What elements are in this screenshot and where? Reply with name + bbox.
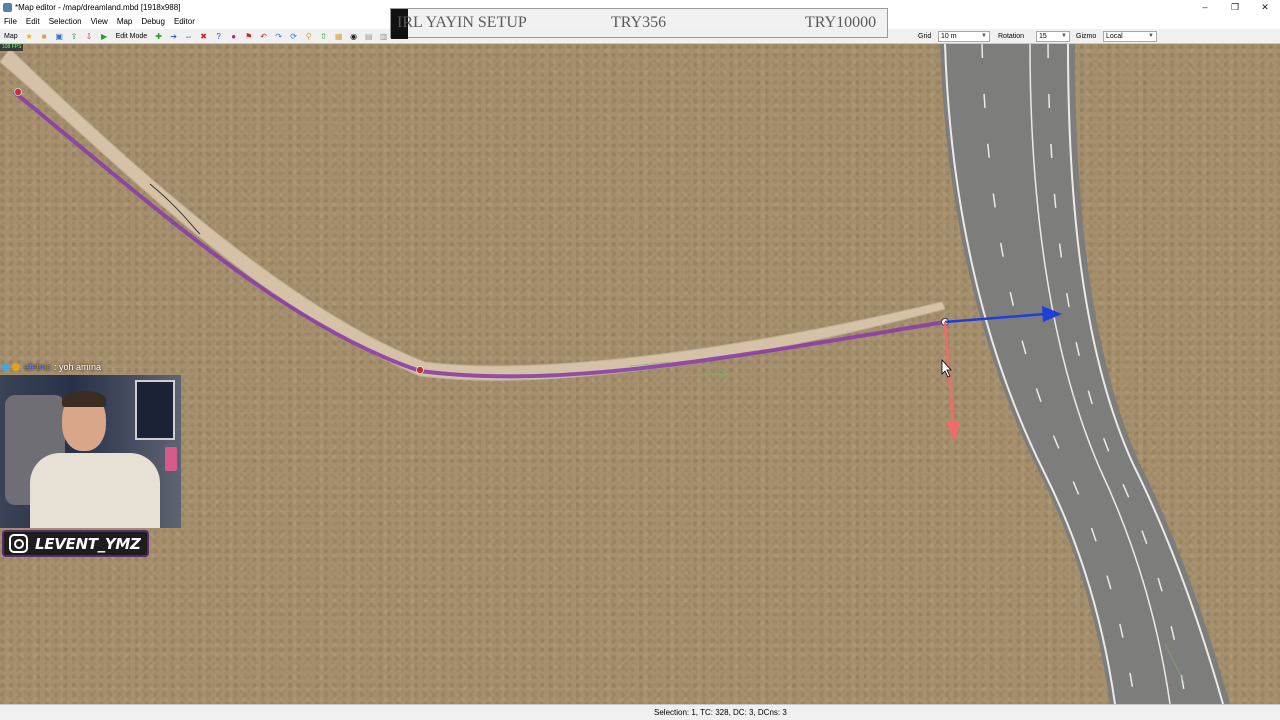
delete-icon[interactable]: ✖ <box>198 31 209 42</box>
export-icon[interactable]: ⇪ <box>69 31 80 42</box>
grid-select-value: 10 m <box>941 33 957 40</box>
undo-icon[interactable]: ↶ <box>258 31 269 42</box>
target-icon[interactable]: ● <box>228 31 239 42</box>
redo-icon[interactable]: ↷ <box>273 31 284 42</box>
instagram-tag: LEVENT_YMZ <box>2 530 149 557</box>
map-viewport[interactable]: 108 FPS <box>0 44 1280 704</box>
chevron-down-icon: ▼ <box>1061 33 1067 39</box>
refresh-icon[interactable]: ⟳ <box>288 31 299 42</box>
banner-title: IRL YAYIN SETUP <box>397 14 527 31</box>
chat-badge-icon <box>12 363 20 371</box>
menu-editor[interactable]: Editor <box>174 17 195 26</box>
webcam-feed <box>0 375 181 528</box>
menu-file[interactable]: File <box>4 17 17 26</box>
star-icon[interactable]: ★ <box>24 31 35 42</box>
viewport-canvas[interactable] <box>0 44 1280 704</box>
stream-banner: IRL YAYIN SETUP TRY356 TRY10000 <box>390 8 888 39</box>
webcam-drink-can <box>165 447 177 471</box>
instagram-handle: LEVENT_YMZ <box>35 534 141 553</box>
mouse-cursor <box>941 358 952 378</box>
up-arrow-icon[interactable]: ⇧ <box>318 31 329 42</box>
gizmo-y-arrowhead[interactable] <box>946 421 960 442</box>
menu-debug[interactable]: Debug <box>141 17 165 26</box>
status-bar: Selection: 1, TC: 328, DC: 3, DCns: 3 <box>0 704 1280 720</box>
gizmo-select-value: Local <box>1106 33 1123 40</box>
play-icon[interactable]: ▶ <box>99 31 110 42</box>
chevron-down-icon: ▼ <box>981 33 987 39</box>
direction-arrow <box>679 369 730 379</box>
tool-icon[interactable]: ▤ <box>363 31 374 42</box>
banner-goal-target: TRY10000 <box>805 14 877 31</box>
double-arrow-icon[interactable]: ⇔ <box>183 31 194 42</box>
map-toolbar-label: Map <box>4 32 18 40</box>
menu-map[interactable]: Map <box>117 17 133 26</box>
help-icon[interactable]: ? <box>213 31 224 42</box>
chat-badge-icon <box>2 363 10 371</box>
grid-label: Grid <box>918 33 932 40</box>
tool-icon[interactable]: ▥ <box>378 31 389 42</box>
maximize-button[interactable]: ❐ <box>1220 0 1250 14</box>
rotation-select-value: 15 <box>1039 33 1047 40</box>
minimize-button[interactable]: – <box>1190 0 1220 14</box>
webcam-person-hair <box>62 391 106 407</box>
rotation-select[interactable]: 15 ▼ <box>1036 31 1070 42</box>
instagram-icon <box>9 534 28 553</box>
road-node[interactable] <box>416 366 424 374</box>
app-icon <box>3 2 12 12</box>
dirt-road[interactable] <box>0 48 946 381</box>
add-icon[interactable]: ✚ <box>153 31 164 42</box>
webcam-person-body <box>30 453 160 528</box>
menu-selection[interactable]: Selection <box>49 17 82 26</box>
window-title: *Map editor - /map/dreamland.mbd [1918x9… <box>15 2 181 12</box>
selection-status: Selection: 1, TC: 328, DC: 3, DCns: 3 <box>654 708 787 717</box>
menu-view[interactable]: View <box>91 17 108 26</box>
move-right-icon[interactable]: ➔ <box>168 31 179 42</box>
pin-icon[interactable]: ⚲ <box>303 31 314 42</box>
close-button[interactable]: ✕ <box>1250 0 1280 14</box>
chat-text: : yoh amına <box>54 362 102 372</box>
highway-road[interactable] <box>940 44 1230 704</box>
chat-message: efetmc : yoh amına <box>2 361 101 373</box>
webcam-window <box>135 380 175 440</box>
gizmo-select[interactable]: Local ▼ <box>1103 31 1157 42</box>
menu-edit[interactable]: Edit <box>26 17 40 26</box>
rotation-label: Rotation <box>998 33 1025 40</box>
open-folder-icon[interactable]: ■ <box>39 31 50 42</box>
import-icon[interactable]: ⇩ <box>84 31 95 42</box>
save-icon[interactable]: ▣ <box>54 31 65 42</box>
gizmo-label: Gizmo <box>1076 33 1097 40</box>
grid-select[interactable]: 10 m ▼ <box>938 31 990 42</box>
chat-username: efetmc <box>24 362 52 372</box>
banner-goal-current: TRY356 <box>611 14 667 31</box>
camera-icon[interactable]: ◉ <box>348 31 359 42</box>
road-node[interactable] <box>14 88 22 96</box>
window-controls: – ❐ ✕ <box>1190 0 1280 14</box>
edit-mode-label[interactable]: Edit Mode <box>116 33 148 40</box>
flag-icon[interactable]: ⚑ <box>243 31 254 42</box>
chevron-down-icon: ▼ <box>1148 33 1154 39</box>
grid-tool-icon[interactable]: ▦ <box>333 31 344 42</box>
fps-counter: 108 FPS <box>0 44 24 51</box>
